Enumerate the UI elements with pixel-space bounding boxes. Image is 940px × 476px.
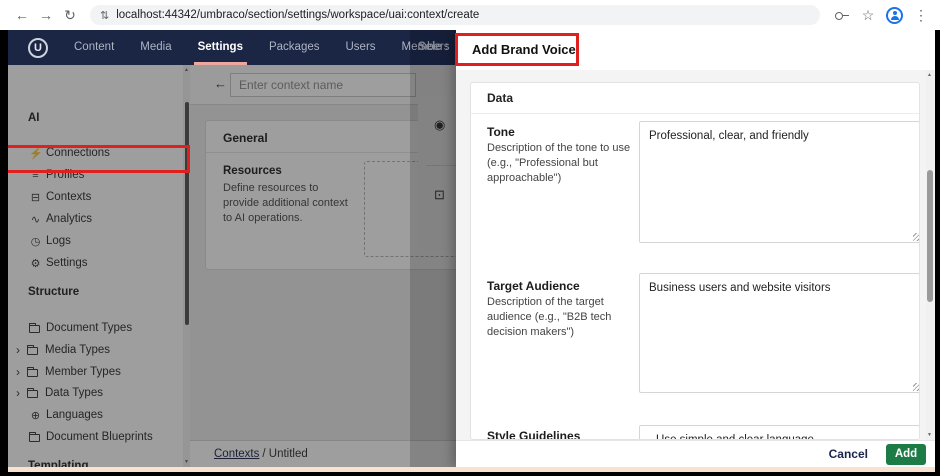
nav-item-packages[interactable]: Packages	[269, 30, 320, 65]
panel-title: Add Brand Voice	[472, 42, 576, 57]
nav-item-users[interactable]: Users	[346, 30, 376, 65]
panel-body: Data Tone Description of the tone to use…	[456, 70, 935, 440]
nav-item-settings[interactable]: Settings	[193, 30, 247, 65]
target-audience-label: Target Audience	[487, 279, 580, 293]
panel-scrollbar[interactable]: ▲ ▼	[926, 70, 934, 440]
cancel-button[interactable]: Cancel	[829, 447, 868, 461]
umbraco-app: U Content Media Settings Packages Users …	[8, 30, 935, 467]
browser-profile-avatar[interactable]	[886, 6, 903, 24]
browser-forward-icon[interactable]: →	[34, 7, 58, 23]
data-section-title: Data	[487, 91, 514, 105]
bookmark-star-icon[interactable]: ☆	[856, 7, 880, 24]
scroll-down-icon[interactable]: ▼	[926, 432, 933, 438]
browser-refresh-icon[interactable]: ↻	[58, 7, 82, 24]
target-audience-description: Description of the target audience (e.g.…	[487, 296, 612, 338]
style-guidelines-label: Style Guidelines	[487, 429, 581, 440]
nav-item-content[interactable]: Content	[74, 30, 114, 65]
url-text: localhost:44342/umbraco/section/settings…	[116, 9, 480, 21]
site-settings-icon[interactable]: ⇅	[100, 9, 109, 22]
inner-modal-backdrop	[410, 30, 456, 467]
browser-back-icon[interactable]: ←	[10, 7, 34, 23]
password-key-icon[interactable]	[834, 10, 850, 20]
umbraco-logo-icon[interactable]: U	[28, 37, 48, 58]
style-guidelines-textarea[interactable]: - Use simple and clear language	[639, 425, 919, 439]
add-button[interactable]: Add	[886, 443, 926, 465]
data-card: Data Tone Description of the tone to use…	[470, 82, 920, 440]
modal-backdrop	[8, 65, 456, 467]
tone-label: Tone	[487, 125, 515, 139]
address-bar[interactable]: ⇅ localhost:44342/umbraco/section/settin…	[90, 5, 820, 25]
tone-description: Description of the tone to use (e.g., "P…	[487, 142, 631, 184]
panel-footer: Cancel Add	[456, 440, 935, 467]
tone-textarea[interactable]: Professional, clear, and friendly	[639, 121, 919, 243]
scroll-up-icon[interactable]: ▲	[926, 72, 933, 78]
nav-item-media[interactable]: Media	[140, 30, 171, 65]
nav-item-settings-label: Settings	[197, 41, 243, 53]
divider	[471, 113, 919, 114]
target-audience-textarea[interactable]: Business users and website visitors	[639, 273, 919, 393]
browser-toolbar: ← → ↻ ⇅ localhost:44342/umbraco/section/…	[0, 0, 940, 30]
panel-scrollbar-thumb[interactable]	[927, 170, 933, 302]
bottom-accent-strip	[8, 467, 935, 472]
panel-header: Add Brand Voice	[456, 30, 935, 70]
add-brand-voice-panel: Add Brand Voice Data Tone Description of…	[456, 30, 935, 467]
browser-menu-icon[interactable]: ⋮	[909, 7, 933, 24]
